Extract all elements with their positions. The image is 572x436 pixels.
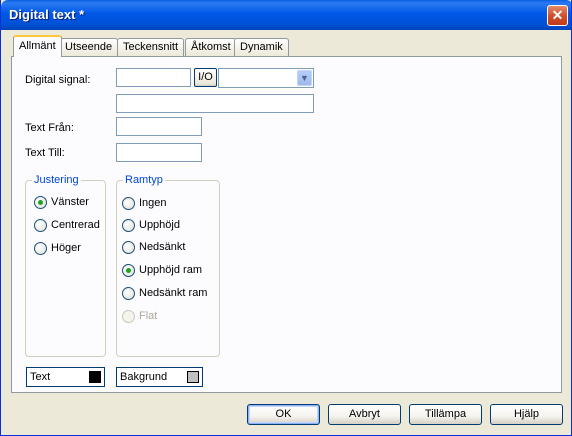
text-color-swatch [89,371,101,383]
radio-frame-raised-border-label: Upphöjd ram [139,264,202,276]
signal-description-field[interactable] [116,94,314,113]
radio-button-disabled [122,310,135,323]
text-color-label: Text [30,371,51,383]
radio-frame-none-label: Ingen [139,197,167,209]
text-to-input[interactable] [116,143,202,162]
tab-atkomst[interactable]: Åtkomst [185,38,237,56]
ok-button[interactable]: OK [247,404,320,425]
text-from-input[interactable] [116,117,202,136]
tab-allmant[interactable]: Allmänt [13,35,62,57]
radio-frame-sunken-label: Nedsänkt [139,241,186,253]
tab-teckensnitt[interactable]: Teckensnitt [117,38,185,56]
frame-type-group-title: Ramtyp [123,174,165,186]
apply-button[interactable]: Tillämpa [409,404,482,425]
close-button[interactable]: ✕ [547,5,568,26]
radio-button-checked[interactable] [34,196,47,209]
text-to-label: Text Till: [25,147,65,159]
chevron-down-icon[interactable]: ▼ [297,70,312,86]
dialog-window: Digital text * ✕ Allmänt Utseende Tecken… [0,0,572,436]
background-color-label: Bakgrund [120,371,168,383]
io-button[interactable]: I/O [194,68,217,87]
digital-signal-label: Digital signal: [25,74,91,86]
window-title: Digital text * [9,7,85,22]
text-from-label: Text Från: [25,122,74,134]
digital-signal-input[interactable] [116,68,191,87]
tab-dynamik[interactable]: Dynamik [234,38,289,56]
radio-frame-flat-label: Flat [139,310,158,322]
radio-frame-sunken-border-label: Nedsänkt ram [139,287,208,299]
justification-group-title: Justering [32,174,81,186]
close-icon: ✕ [551,7,564,23]
cancel-button[interactable]: Avbryt [328,404,401,425]
title-bar[interactable]: Digital text * ✕ [1,0,571,30]
radio-justify-center-label: Centrerad [51,219,100,231]
background-color-swatch [187,371,199,383]
radio-button[interactable] [34,219,47,232]
tab-utseende[interactable]: Utseende [59,38,119,56]
radio-justify-right-label: Höger [51,242,81,254]
radio-button-checked[interactable] [122,264,135,277]
radio-button[interactable] [122,197,135,210]
radio-button[interactable] [34,242,47,255]
radio-justify-left-label: Vänster [51,196,89,208]
radio-button[interactable] [122,287,135,300]
radio-frame-raised-label: Upphöjd [139,219,180,231]
background-color-button[interactable]: Bakgrund [116,367,203,387]
text-color-button[interactable]: Text [26,367,105,387]
radio-button[interactable] [122,219,135,232]
io-select[interactable]: ▼ [218,68,314,88]
radio-button[interactable] [122,241,135,254]
help-button[interactable]: Hjälp [490,404,563,425]
